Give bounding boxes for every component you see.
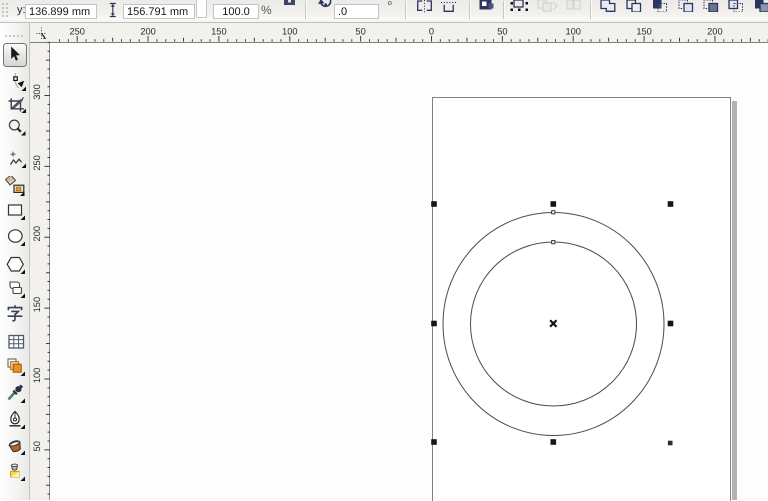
- svg-text:100: 100: [565, 27, 581, 37]
- svg-text:50: 50: [32, 441, 42, 451]
- svg-text:0: 0: [429, 27, 434, 37]
- svg-text:150: 150: [636, 27, 652, 37]
- svg-text:150: 150: [32, 297, 42, 313]
- svg-text:200: 200: [140, 27, 156, 37]
- svg-text:100: 100: [282, 27, 298, 37]
- svg-text:200: 200: [32, 226, 42, 242]
- svg-text:150: 150: [211, 27, 227, 37]
- svg-text:50: 50: [355, 27, 365, 37]
- svg-text:300: 300: [32, 84, 42, 100]
- svg-text:100: 100: [32, 368, 42, 384]
- svg-text:250: 250: [32, 155, 42, 171]
- svg-text:50: 50: [497, 27, 507, 37]
- svg-text:200: 200: [707, 27, 723, 37]
- svg-text:250: 250: [69, 27, 85, 37]
